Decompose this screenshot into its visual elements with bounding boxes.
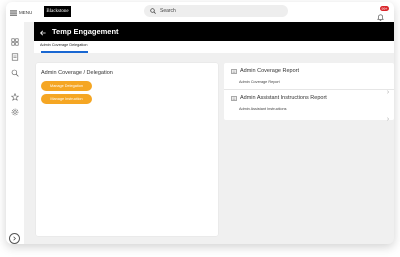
- sidebar-item-settings[interactable]: [11, 103, 19, 116]
- tab-admin-coverage-delegation[interactable]: Admin Coverage Delegation: [40, 43, 88, 47]
- grid-icon: [11, 38, 19, 46]
- admin-coverage-report-link[interactable]: Admin Coverage Report: [239, 80, 280, 84]
- gear-icon: [11, 108, 19, 116]
- tab-bar: Admin Coverage Delegation: [34, 41, 394, 53]
- bell-icon: [377, 14, 384, 21]
- section-title: Admin Assistant Instructions Report: [240, 95, 327, 101]
- company-logo[interactable]: Blackstone: [44, 6, 71, 17]
- notifications-button[interactable]: 99+: [377, 6, 389, 21]
- reports-card: Admin Coverage Report Admin Coverage Rep…: [224, 63, 394, 121]
- report-icon: [231, 95, 237, 101]
- admin-coverage-card: Admin Coverage / Delegation Manage Deleg…: [36, 63, 218, 236]
- admin-assistant-instructions-link[interactable]: Admin Assistant Instructions: [239, 107, 286, 111]
- page-title: Temp Engagement: [52, 27, 119, 36]
- logo-text: Blackstone: [46, 9, 69, 14]
- notification-badge: 99+: [380, 6, 389, 11]
- sidebar-item-apps[interactable]: [11, 33, 19, 46]
- expand-sidebar-button[interactable]: [9, 233, 20, 244]
- divider: [224, 89, 394, 90]
- chevron-right-icon[interactable]: [386, 108, 390, 121]
- sidebar-item-tasks[interactable]: [11, 48, 19, 61]
- manage-delegation-button[interactable]: Manage Delegation: [41, 81, 92, 91]
- hamburger-icon: [10, 10, 17, 16]
- menu-button[interactable]: MENU: [10, 8, 32, 17]
- menu-label: MENU: [19, 10, 33, 15]
- search-icon: [150, 8, 156, 14]
- back-button[interactable]: [40, 23, 46, 41]
- report-section-header: Admin Assistant Instructions Report: [231, 95, 327, 101]
- chevron-right-icon[interactable]: [386, 81, 390, 94]
- section-title: Admin Coverage Report: [240, 68, 300, 74]
- search-input[interactable]: [160, 8, 280, 14]
- manage-instruction-button[interactable]: Manage Instruction: [41, 94, 92, 104]
- document-icon: [11, 53, 19, 61]
- page-header: Temp Engagement: [34, 22, 394, 41]
- top-bar: MENU Blackstone 99+: [6, 2, 394, 22]
- arrow-left-icon: [40, 30, 46, 35]
- app-window: MENU Blackstone 99+: [6, 2, 394, 244]
- report-icon: [231, 68, 237, 74]
- sidebar-item-favorites[interactable]: [10, 88, 20, 101]
- chevron-right-icon: [13, 236, 16, 241]
- person-search-icon: [11, 69, 19, 77]
- card-title: Admin Coverage / Delegation: [41, 70, 113, 76]
- report-section-header: Admin Coverage Report: [231, 68, 299, 74]
- sidebar-item-search[interactable]: [11, 64, 19, 77]
- sidebar: [6, 22, 24, 244]
- star-icon: [10, 92, 20, 101]
- search-bar[interactable]: [144, 5, 288, 17]
- active-tab-indicator: [41, 51, 88, 53]
